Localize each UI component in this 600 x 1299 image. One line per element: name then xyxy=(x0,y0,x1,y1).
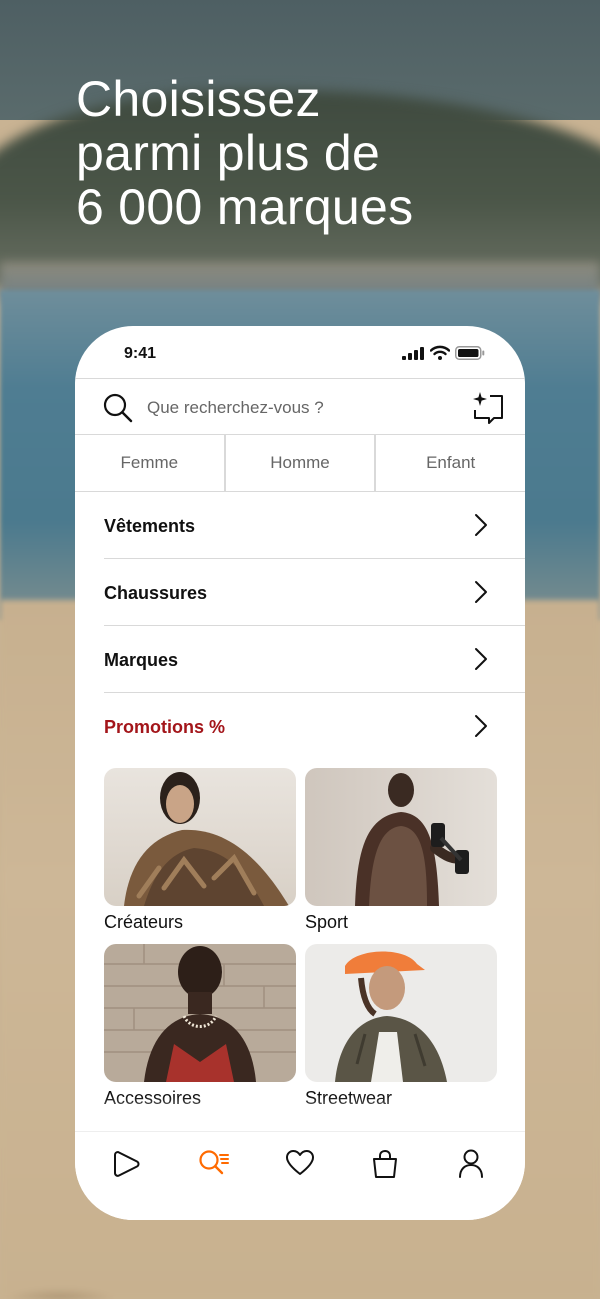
tile-sport[interactable]: Sport xyxy=(305,768,497,932)
chevron-right-icon xyxy=(475,715,487,737)
battery-icon xyxy=(455,346,485,360)
chevron-right-icon xyxy=(475,581,487,603)
tile-image-createurs xyxy=(104,768,296,906)
status-time: 9:41 xyxy=(124,345,157,362)
category-list: Vêtements Chaussures Marques Promotions … xyxy=(104,492,525,759)
tile-label: Créateurs xyxy=(104,912,184,932)
status-bar: 9:41 xyxy=(75,326,525,378)
tile-accessoires[interactable]: Accessoires xyxy=(104,944,296,1108)
headline: Choisissez parmi plus de 6 000 marques xyxy=(76,72,576,234)
category-label: Vêtements xyxy=(104,516,196,536)
category-label: Marques xyxy=(104,650,179,670)
heart-icon[interactable] xyxy=(285,1149,315,1177)
search-input[interactable]: Que recherchez-vous ? xyxy=(147,398,324,418)
phone-screen: 9:41 Que recherchez-vous ? Femme Homme E… xyxy=(75,326,525,1220)
chevron-right-icon xyxy=(475,514,487,536)
category-label: Chaussures xyxy=(104,583,208,603)
tab-homme[interactable]: Homme xyxy=(226,435,377,491)
tile-image-sport xyxy=(305,768,497,906)
tile-createurs[interactable]: Créateurs xyxy=(104,768,296,932)
tile-image-streetwear xyxy=(305,944,497,1082)
gender-tabs: Femme Homme Enfant xyxy=(75,435,525,492)
category-item-promotions[interactable]: Promotions % xyxy=(104,693,525,759)
search-icon xyxy=(103,393,133,423)
chevron-right-icon xyxy=(475,648,487,670)
category-item-marques[interactable]: Marques xyxy=(104,626,525,693)
tile-image-accessoires xyxy=(104,944,296,1082)
headline-line-1: Choisissez xyxy=(76,71,321,127)
headline-line-2: parmi plus de xyxy=(76,125,381,181)
headline-line-3: 6 000 marques xyxy=(76,179,414,235)
category-item-chaussures[interactable]: Chaussures xyxy=(104,559,525,626)
play-icon[interactable] xyxy=(113,1149,141,1179)
tab-femme[interactable]: Femme xyxy=(75,435,226,491)
signal-icon xyxy=(402,347,424,360)
ai-assistant-icon[interactable] xyxy=(472,390,506,426)
category-item-vetements[interactable]: Vêtements xyxy=(104,492,525,559)
scroll-fade xyxy=(75,1096,525,1136)
search-icon[interactable] xyxy=(198,1149,230,1179)
bottom-tab-bar xyxy=(75,1131,525,1220)
tab-enfant[interactable]: Enfant xyxy=(376,435,525,491)
profile-icon[interactable] xyxy=(458,1149,484,1179)
wifi-icon xyxy=(430,345,450,360)
tile-label: Sport xyxy=(305,912,349,932)
bag-icon[interactable] xyxy=(372,1149,398,1179)
tile-streetwear[interactable]: Streetwear xyxy=(305,944,497,1108)
search-bar[interactable]: Que recherchez-vous ? xyxy=(75,378,525,435)
category-label-promotions: Promotions % xyxy=(104,717,226,737)
